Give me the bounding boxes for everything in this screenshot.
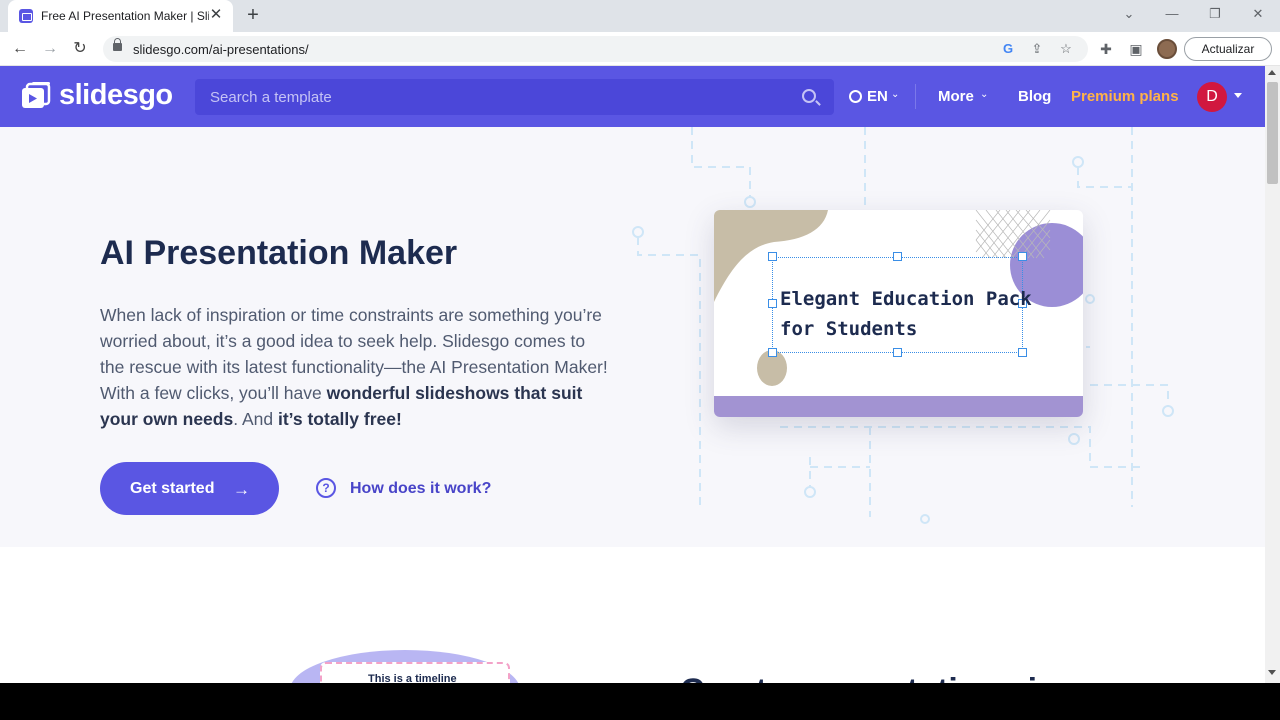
search-icon[interactable] <box>802 89 816 103</box>
search-input[interactable]: Search a template <box>195 79 834 115</box>
section-heading: Create presentations in minutes <box>680 670 1100 683</box>
profile-avatar[interactable] <box>1157 39 1177 59</box>
resize-handle-top[interactable] <box>893 252 902 261</box>
globe-icon[interactable] <box>849 90 862 103</box>
forward-arrow-icon[interactable]: → <box>38 37 62 61</box>
reload-icon[interactable]: ↻ <box>68 37 92 61</box>
close-window-icon[interactable]: ✕ <box>1246 4 1270 24</box>
desc-bold-2: it’s totally free! <box>277 409 402 429</box>
update-button[interactable]: Actualizar <box>1184 37 1272 61</box>
url-text[interactable]: slidesgo.com/ai-presentations/ <box>133 42 309 57</box>
extensions-puzzle-icon[interactable]: ✚ <box>1097 40 1115 58</box>
logo-text[interactable]: slidesgo <box>59 79 173 112</box>
desc-text-2: . And <box>233 409 278 429</box>
restore-window-icon[interactable]: ❐ <box>1203 4 1227 24</box>
scroll-down-arrow-icon[interactable] <box>1268 670 1276 675</box>
site-header: slidesgo Search a template EN ⌄ More ⌄ B… <box>0 66 1265 127</box>
account-caret-icon[interactable] <box>1234 93 1242 98</box>
header-divider <box>915 84 916 109</box>
resize-handle-bottom[interactable] <box>893 348 902 357</box>
premium-plans-link[interactable]: Premium plans <box>1071 88 1179 105</box>
more-menu[interactable]: More <box>938 88 974 105</box>
tab-strip: Free AI Presentation Maker | Slid ✕ + ⌄ … <box>0 0 1280 32</box>
share-icon[interactable]: ⇪ <box>1029 41 1045 57</box>
browser-tab-active[interactable]: Free AI Presentation Maker | Slid ✕ <box>8 0 233 32</box>
language-selector[interactable]: EN <box>867 88 888 105</box>
resize-handle-bottom-right[interactable] <box>1018 348 1027 357</box>
hero-description: When lack of inspiration or time constra… <box>100 302 610 432</box>
resize-handle-bottom-left[interactable] <box>768 348 777 357</box>
page-scrollbar[interactable] <box>1265 66 1280 683</box>
search-placeholder[interactable]: Search a template <box>210 89 332 106</box>
google-translate-icon[interactable]: G <box>1000 41 1016 57</box>
blog-link[interactable]: Blog <box>1018 88 1051 105</box>
question-circle-icon[interactable]: ? <box>316 478 336 498</box>
lock-icon[interactable] <box>113 38 122 51</box>
arrow-right-icon[interactable]: → <box>233 480 250 500</box>
language-chevron-down-icon[interactable]: ⌄ <box>891 89 899 100</box>
close-tab-icon[interactable]: ✕ <box>207 6 225 24</box>
more-chevron-down-icon[interactable]: ⌄ <box>980 89 988 100</box>
slide-title-line-1: Elegant Education Pack <box>780 288 1032 310</box>
bookmark-star-icon[interactable]: ☆ <box>1058 41 1074 57</box>
slidesgo-logo-icon[interactable] <box>22 82 52 110</box>
slide-title: Elegant Education Pack for Students <box>780 284 1080 344</box>
resize-handle-left[interactable] <box>768 299 777 308</box>
page-title: AI Presentation Maker <box>100 234 458 272</box>
address-bar[interactable]: slidesgo.com/ai-presentations/ G ⇪ ☆ <box>103 36 1088 62</box>
scroll-up-arrow-icon[interactable] <box>1268 70 1276 75</box>
user-avatar[interactable]: D <box>1197 82 1227 112</box>
slidesgo-favicon-icon <box>19 9 33 23</box>
timeline-card-text: This is a timeline <box>368 673 457 683</box>
tab-title: Free AI Presentation Maker | Slid <box>41 9 209 23</box>
scrollbar-thumb[interactable] <box>1267 82 1278 184</box>
tab-search-chevron-icon[interactable]: ⌄ <box>1117 4 1141 24</box>
browser-window: Free AI Presentation Maker | Slid ✕ + ⌄ … <box>0 0 1280 683</box>
slide-title-line-2: for Students <box>780 318 918 340</box>
resize-handle-top-right[interactable] <box>1018 252 1027 261</box>
get-started-button[interactable]: Get started → <box>100 462 279 515</box>
get-started-label[interactable]: Get started <box>130 480 214 498</box>
browser-toolbar: ← → ↻ slidesgo.com/ai-presentations/ G ⇪… <box>0 32 1280 66</box>
section-heading-text: Create presentations in minutes <box>680 672 1100 683</box>
minimize-window-icon[interactable]: — <box>1160 4 1184 24</box>
back-arrow-icon[interactable]: ← <box>8 37 32 61</box>
resize-handle-top-left[interactable] <box>768 252 777 261</box>
screen-bottom-bar <box>0 683 1280 720</box>
new-tab-button[interactable]: + <box>243 5 263 25</box>
side-panel-icon[interactable]: ▣ <box>1127 40 1145 58</box>
how-does-it-work-link[interactable]: How does it work? <box>350 480 491 498</box>
